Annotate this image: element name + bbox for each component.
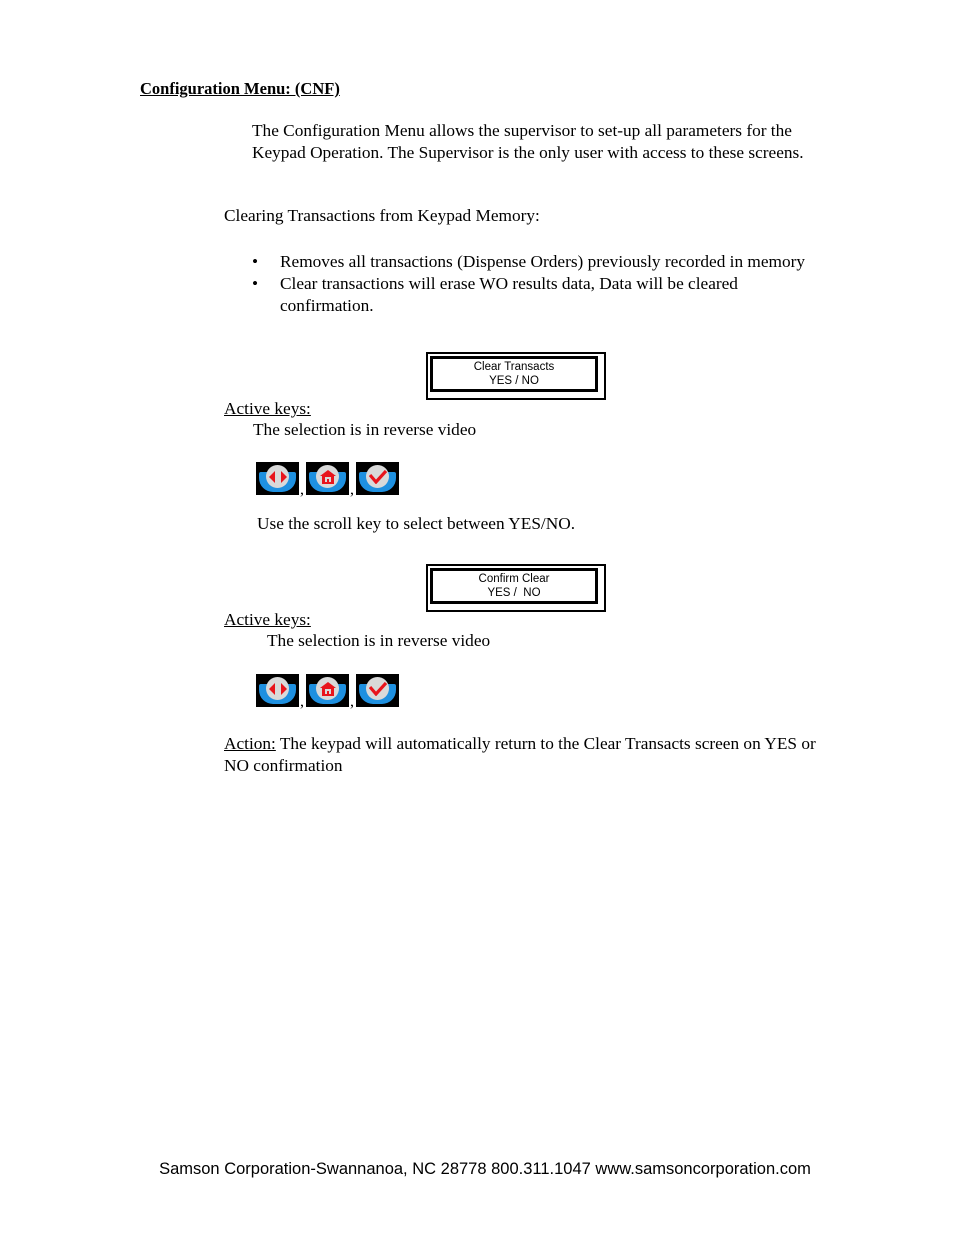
clearing-subheading: Clearing Transactions from Keypad Memory… xyxy=(224,206,540,225)
list-item: • Clear transactions will erase WO resul… xyxy=(252,273,812,317)
page-footer: Samson Corporation-Swannanoa, NC 28778 8… xyxy=(159,1160,811,1178)
list-item: • Removes all transactions (Dispense Ord… xyxy=(252,251,812,273)
lcd-screen-confirm-clear: Confirm Clear YES / NO xyxy=(426,564,606,612)
home-key[interactable] xyxy=(306,674,349,707)
key-disc xyxy=(366,465,389,488)
bullet-text: Clear transactions will erase WO results… xyxy=(280,274,738,315)
scroll-left-right-icon xyxy=(268,682,287,695)
lcd-line-1: Clear Transacts xyxy=(473,361,555,373)
lcd-line-2: YES / NO xyxy=(489,375,539,387)
bullet-icon: • xyxy=(252,274,259,293)
bullet-text: Removes all transactions (Dispense Order… xyxy=(280,252,806,271)
home-key[interactable] xyxy=(306,462,349,495)
selection-note: The selection is in reverse video xyxy=(253,420,477,439)
scroll-instruction: Use the scroll key to select between YES… xyxy=(257,514,576,533)
scroll-key[interactable] xyxy=(256,674,299,707)
selection-note: The selection is in reverse video xyxy=(267,631,491,650)
separator: , xyxy=(300,481,304,498)
lcd-display: Clear Transacts YES / NO xyxy=(430,356,598,392)
separator: , xyxy=(300,693,304,710)
key-disc xyxy=(266,677,289,700)
enter-key[interactable] xyxy=(356,674,399,707)
home-icon xyxy=(319,681,336,696)
section-heading: Configuration Menu: (CNF) xyxy=(140,79,340,98)
lcd-line-2: YES / NO xyxy=(487,587,541,599)
intro-paragraph: The Configuration Menu allows the superv… xyxy=(252,121,804,162)
active-keys-label: Active keys: xyxy=(224,610,311,629)
check-icon xyxy=(368,469,387,484)
active-keys-label: Active keys: xyxy=(224,399,311,418)
lcd-screen-clear-transacts: Clear Transacts YES / NO xyxy=(426,352,606,400)
key-disc xyxy=(316,677,339,700)
action-paragraph: Action: The keypad will automatically re… xyxy=(224,733,824,777)
bullet-icon: • xyxy=(252,252,259,271)
scroll-key[interactable] xyxy=(256,462,299,495)
scroll-left-right-icon xyxy=(268,470,287,483)
clearing-bullet-list: • Removes all transactions (Dispense Ord… xyxy=(252,251,812,317)
separator: , xyxy=(350,693,354,710)
separator: , xyxy=(350,481,354,498)
key-disc xyxy=(266,465,289,488)
action-text: The keypad will automatically return to … xyxy=(224,734,816,775)
action-label: Action: xyxy=(224,734,276,753)
lcd-display: Confirm Clear YES / NO xyxy=(430,568,598,604)
key-disc xyxy=(366,677,389,700)
lcd-line-1: Confirm Clear xyxy=(478,573,550,585)
home-icon xyxy=(319,469,336,484)
enter-key[interactable] xyxy=(356,462,399,495)
check-icon xyxy=(368,681,387,696)
active-keys-group: , , xyxy=(256,674,399,710)
active-keys-group: , , xyxy=(256,462,399,498)
key-disc xyxy=(316,465,339,488)
